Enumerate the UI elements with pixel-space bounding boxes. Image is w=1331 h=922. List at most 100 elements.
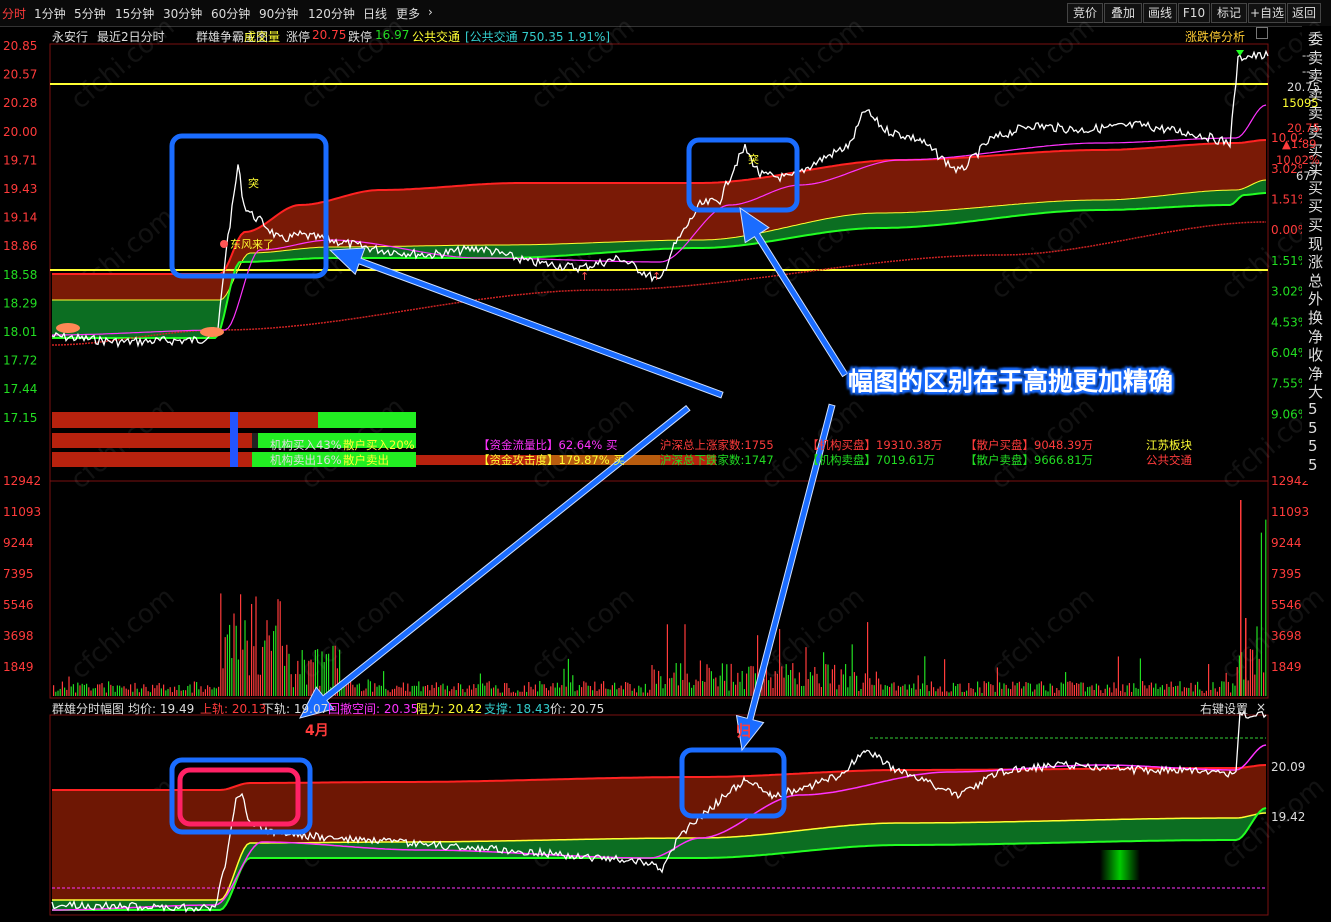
volume-bar [380,685,382,696]
volume-bar [398,686,400,696]
volume-bar [1065,672,1067,696]
volume-bar [1128,682,1130,696]
volume-bar [1093,689,1095,696]
volume-bar [352,684,354,696]
volume-bar [770,677,772,696]
volume-bar [779,629,781,696]
volume-bar [607,689,609,696]
volume-bar [561,685,563,696]
volume-bar [1131,691,1133,696]
volume-bar [222,668,224,696]
side-strip-char: 5 [1308,418,1318,437]
volume-bar [1106,684,1108,696]
volume-bar [365,688,367,696]
volume-bar [913,683,915,696]
volume-bar [961,691,963,696]
volume-bar [1109,687,1111,696]
volume-bar [862,682,864,696]
volume-bar-peak [1245,618,1247,696]
volume-bar [1115,688,1117,696]
volume-bar [966,690,968,696]
volume-bar [924,656,926,696]
tag-left: 4月 [305,723,329,739]
price-tick-label: 20.28 [3,96,37,110]
volume-bar [972,688,974,696]
volume-bar [1023,686,1025,696]
price-tick-label: 17.72 [3,354,37,368]
volume-bar [1144,685,1146,696]
volume-bar [1234,685,1236,696]
volume-bar [176,690,178,696]
volume-bar [548,690,550,696]
volume-bar [301,650,303,696]
volume-bar [598,689,600,696]
tag-right: 归 [736,722,752,740]
volume-bar [1102,692,1104,696]
volume-bar [807,679,809,696]
volume-bar [101,683,103,696]
volume-bar [858,690,860,696]
volume-bar [900,686,902,696]
volume-bar [1192,691,1194,696]
volume-bar [237,659,239,696]
sub-indicator-title[interactable]: 群雄分时幅图 [52,700,124,717]
sector-1[interactable]: 江苏板块 [1146,437,1192,453]
volume-bar [488,681,490,696]
volume-bar [64,687,66,696]
volume-bar [798,672,800,696]
volume-bar [627,682,629,696]
volume-bar [451,689,453,696]
volume-bar [79,685,81,696]
price-tick-label: 18.86 [3,239,37,253]
volume-bar [849,676,851,696]
volume-bar [53,685,55,696]
flow-bar-fill [52,433,252,448]
volume-bar [1021,688,1023,696]
volume-bar [1199,689,1201,696]
volume-bar [1175,686,1177,696]
volume-bar [378,685,380,696]
volume-bar [235,625,237,696]
volume-bar [484,685,486,696]
volume-bar [805,647,807,696]
volume-bar [809,672,811,696]
quote-other: 677 [1296,169,1318,183]
volume-bar [873,685,875,696]
volume-bar [611,685,613,696]
volume-bar [677,685,679,696]
volume-bar [605,688,607,696]
volume-bar [796,684,798,696]
volume-bar [827,664,829,696]
volume-bar [1003,683,1005,696]
volume-bar [323,662,325,696]
volume-bar [1216,691,1218,696]
volume-bar [405,690,407,696]
volume-bar [1027,682,1029,696]
volume-bar [1133,683,1135,696]
volume-bar [783,677,785,696]
volume-bar [277,599,279,696]
volume-bar [715,677,717,696]
close-icon[interactable]: × [1256,700,1266,714]
volume-bar [596,690,598,696]
volume-bar [112,685,114,696]
sector-2[interactable]: 公共交通 [1146,452,1192,468]
volume-bar [1126,685,1128,696]
volume-bar [1124,692,1126,696]
watermark-text: cfchi.com [755,12,870,115]
volume-bar [259,674,261,696]
volume-bar [138,692,140,696]
volume-bar [977,681,979,696]
volume-bar [1137,688,1139,696]
volume-bar [1186,687,1188,696]
volume-bar [629,683,631,696]
right-click-settings[interactable]: 右键设置 [1200,700,1248,717]
volume-bar [299,674,301,696]
volume-bar [992,685,994,696]
volume-bar [1172,686,1174,696]
volume-bar [1181,691,1183,696]
volume-bar [202,691,204,696]
volume-bar [963,691,965,696]
quote-dash-2: -- [1302,64,1311,78]
breakout-label: 突 [748,152,759,166]
